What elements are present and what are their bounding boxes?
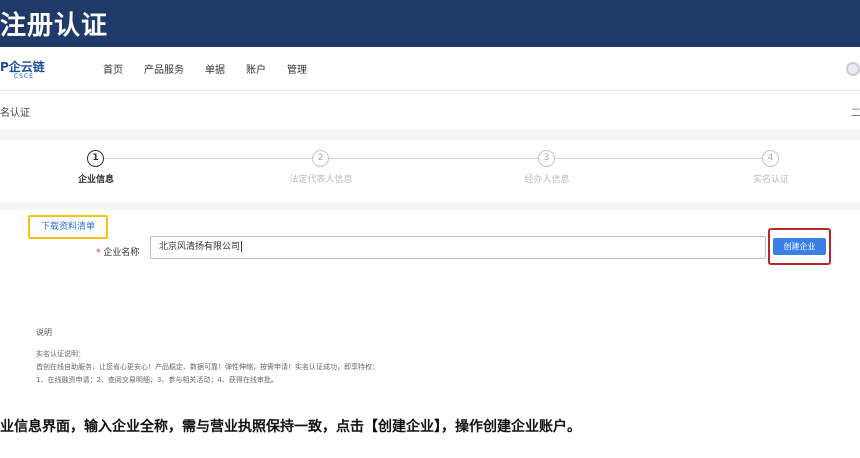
banner-title: 注册认证 — [0, 11, 109, 41]
nav-item-home[interactable]: 首页 — [103, 61, 123, 76]
step-1-number: 1 — [87, 150, 104, 167]
create-company-button[interactable]: 创建企业 — [773, 238, 826, 255]
logo[interactable]: P企云链 CSCE — [0, 58, 60, 80]
nav-item-management[interactable]: 管理 — [287, 61, 307, 76]
description-title: 说明 — [36, 328, 52, 337]
company-form: 下载资料清单 * 企业名称 北京风清扬有限公司 创建企业 说明 实名认证说明： … — [0, 210, 860, 393]
step-2-number: 2 — [312, 150, 329, 167]
nav-item-documents[interactable]: 单据 — [205, 61, 225, 76]
step-4-label: 实名认证 — [752, 175, 790, 185]
caption-text: 业信息界面，输入企业全称，需与营业执照保持一致，点击【创建企业】，操作创建企业账… — [0, 419, 581, 435]
description-line: 首创在线自助服务，让您省心更安心！产品稳定、数据可靠！弹性伸缩，按需申请！实名认… — [36, 363, 379, 371]
step-1-label: 企业信息 — [77, 175, 115, 185]
download-checklist-button[interactable]: 下载资料清单 — [28, 215, 108, 239]
description-line: 实名认证说明： — [36, 350, 85, 358]
step-connector — [104, 158, 312, 159]
app-screen: P企云链 CSCE 首页 产品服务 单据 账户 管理 名认证 二 1 2 3 4… — [0, 47, 860, 393]
required-mark: * — [96, 248, 101, 258]
text-cursor — [241, 241, 243, 252]
top-navigation: P企云链 CSCE 首页 产品服务 单据 账户 管理 — [0, 47, 860, 91]
description-line: 1、在线融资申请；2、查阅交易明细；3、参与相关活动；4、获得在线审批。 — [36, 376, 278, 384]
banner: 注册认证 — [0, 0, 860, 47]
step-3-number: 3 — [538, 150, 555, 167]
step-2-label: 法定代表人信息 — [289, 175, 353, 185]
step-4-number: 4 — [762, 150, 779, 167]
step-connector — [555, 158, 762, 159]
company-name-label-text: 企业名称 — [103, 248, 140, 258]
page-title: 名认证 — [0, 108, 30, 119]
step-connector — [329, 158, 538, 159]
logo-subtitle: CSCE — [14, 73, 34, 80]
avatar[interactable] — [846, 62, 860, 76]
create-button-highlight: 创建企业 — [768, 228, 831, 265]
page-header: 名认证 二 — [0, 91, 860, 131]
company-name-value: 北京风清扬有限公司 — [159, 242, 241, 252]
page-header-right: 二 — [851, 108, 860, 119]
step-3-label: 经办人信息 — [524, 175, 570, 185]
nav-menu: 首页 产品服务 单据 账户 管理 — [103, 61, 328, 76]
caption-bar: 业信息界面，输入企业全称，需与营业执照保持一致，点击【创建企业】，操作创建企业账… — [0, 393, 860, 458]
nav-item-account[interactable]: 账户 — [246, 61, 266, 76]
company-name-label: * 企业名称 — [96, 245, 139, 258]
company-name-input[interactable]: 北京风清扬有限公司 — [150, 236, 766, 259]
steps-progress: 1 2 3 4 企业信息 法定代表人信息 经办人信息 实名认证 — [0, 140, 860, 202]
nav-item-products[interactable]: 产品服务 — [144, 61, 184, 76]
